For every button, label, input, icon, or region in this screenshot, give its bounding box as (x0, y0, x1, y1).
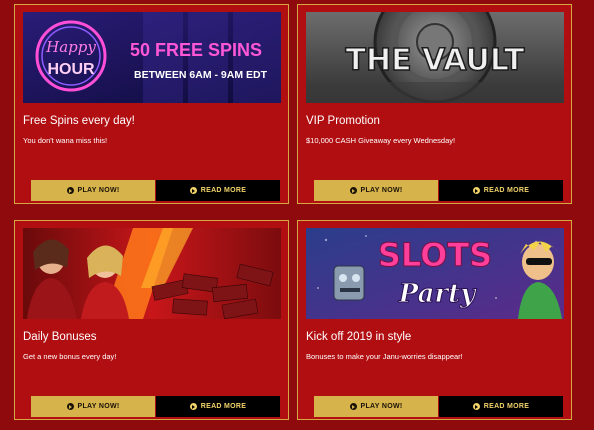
character-robot (333, 265, 365, 301)
promo-banner-slots-party[interactable]: SLOTS Party (306, 228, 564, 319)
slots-party-banner-art: SLOTS Party (306, 228, 564, 319)
play-now-button[interactable]: PLAY NOW! (314, 180, 438, 201)
slots-headline: SLOTS (378, 236, 492, 274)
circle-play-icon (189, 403, 197, 410)
read-more-label: READ MORE (483, 403, 530, 410)
play-now-button[interactable]: PLAY NOW! (31, 180, 155, 201)
play-now-label: PLAY NOW! (77, 187, 120, 194)
circle-play-icon (349, 187, 357, 194)
promo-card-vip: THE VAULT VIP Promotion $10,000 CASH Giv… (297, 4, 572, 204)
circle-play-icon (66, 403, 74, 410)
promo-card-slots-party: SLOTS Party Kick off 2019 in style Bonus… (297, 220, 572, 420)
play-now-button[interactable]: PLAY NOW! (31, 396, 155, 417)
promo-title: Kick off 2019 in style (306, 331, 412, 343)
play-now-button[interactable]: PLAY NOW! (314, 396, 438, 417)
read-more-label: READ MORE (483, 187, 530, 194)
promo-card-free-spins: Happy HOUR 50 FREE SPINS BETWEEN 6AM - 9… (14, 4, 289, 204)
promo-description: Bonuses to make your Janu-worries disapp… (306, 352, 463, 361)
read-more-button[interactable]: READ MORE (439, 396, 563, 417)
read-more-button[interactable]: READ MORE (156, 180, 280, 201)
promo-title: Daily Bonuses (23, 331, 97, 343)
play-now-label: PLAY NOW! (77, 403, 120, 410)
circle-play-icon (472, 403, 480, 410)
read-more-button[interactable]: READ MORE (156, 396, 280, 417)
promo-banner-daily-bonuses[interactable] (23, 228, 281, 319)
promo-description: $10,000 CASH Giveaway every Wednesday! (306, 136, 456, 145)
circle-play-icon (349, 403, 357, 410)
read-more-label: READ MORE (200, 403, 247, 410)
vault-banner-art: THE VAULT (306, 12, 564, 103)
free-spins-headline: 50 FREE SPINS (130, 40, 262, 60)
circle-play-icon (66, 187, 74, 194)
happy-hour-banner-art: Happy HOUR 50 FREE SPINS BETWEEN 6AM - 9… (23, 12, 281, 103)
play-now-label: PLAY NOW! (360, 187, 403, 194)
daily-bonuses-banner-art (23, 228, 281, 319)
promo-title: Free Spins every day! (23, 115, 135, 127)
party-headline: Party (398, 279, 477, 309)
circle-play-icon (189, 187, 197, 194)
promo-card-daily-bonuses: Daily Bonuses Get a new bonus every day!… (14, 220, 289, 420)
promo-description: Get a new bonus every day! (23, 352, 117, 361)
neon-happy-text: Happy (45, 38, 96, 56)
promo-banner-happy-hour[interactable]: Happy HOUR 50 FREE SPINS BETWEEN 6AM - 9… (23, 12, 281, 103)
promo-banner-the-vault[interactable]: THE VAULT (306, 12, 564, 103)
read-more-button[interactable]: READ MORE (439, 180, 563, 201)
read-more-label: READ MORE (200, 187, 247, 194)
play-now-label: PLAY NOW! (360, 403, 403, 410)
free-spins-subline: BETWEEN 6AM - 9AM EDT (134, 69, 268, 81)
neon-hour-text: HOUR (47, 61, 95, 78)
vault-headline: THE VAULT (346, 43, 525, 78)
promo-description: You don't wana miss this! (23, 136, 108, 145)
circle-play-icon (472, 187, 480, 194)
promo-title: VIP Promotion (306, 115, 380, 127)
